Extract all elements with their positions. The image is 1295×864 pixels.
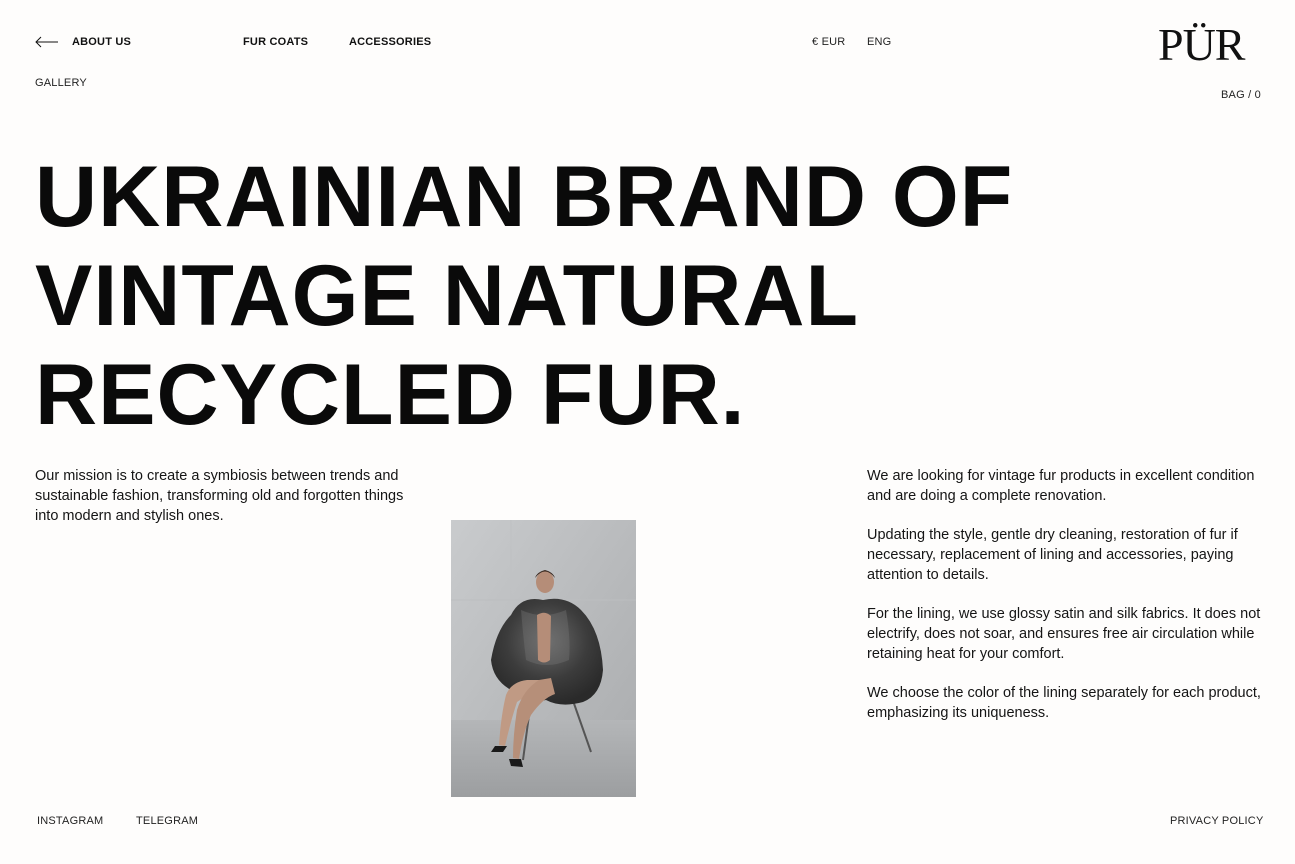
hero-title: UKRAINIAN BRAND OF VINTAGE NATURAL RECYC… (35, 148, 1013, 445)
nav-gallery[interactable]: GALLERY (35, 77, 87, 89)
model-photo (451, 520, 636, 797)
footer-privacy-link[interactable]: PRIVACY POLICY (1170, 815, 1263, 827)
nav-fur-coats[interactable]: FUR COATS (243, 36, 308, 48)
details-paragraph: We choose the color of the lining separa… (867, 685, 1261, 721)
mission-text: Our mission is to create a symbiosis bet… (35, 468, 404, 524)
details-paragraph: We are looking for vintage fur products … (867, 468, 1255, 504)
hero-line: VINTAGE NATURAL (35, 248, 859, 344)
currency-selector[interactable]: € EUR (812, 36, 845, 48)
details-paragraph: Updating the style, gentle dry cleaning,… (867, 527, 1238, 583)
nav-about-us[interactable]: ABOUT US (72, 36, 131, 48)
arrow-left-icon[interactable] (35, 36, 59, 48)
hero-line: UKRAINIAN BRAND OF (35, 149, 1014, 245)
details-paragraph: For the lining, we use glossy satin and … (867, 606, 1261, 662)
nav-accessories[interactable]: ACCESSORIES (349, 36, 431, 48)
bag-link[interactable]: BAG / 0 (1221, 89, 1261, 101)
footer-telegram-link[interactable]: TELEGRAM (136, 815, 198, 827)
brand-details: We are looking for vintage fur products … (867, 466, 1262, 742)
brand-logo[interactable]: PÜR (1158, 22, 1245, 68)
footer-instagram-link[interactable]: INSTAGRAM (37, 815, 103, 827)
language-selector[interactable]: ENG (867, 36, 891, 48)
hero-line: RECYCLED FUR. (35, 347, 746, 443)
